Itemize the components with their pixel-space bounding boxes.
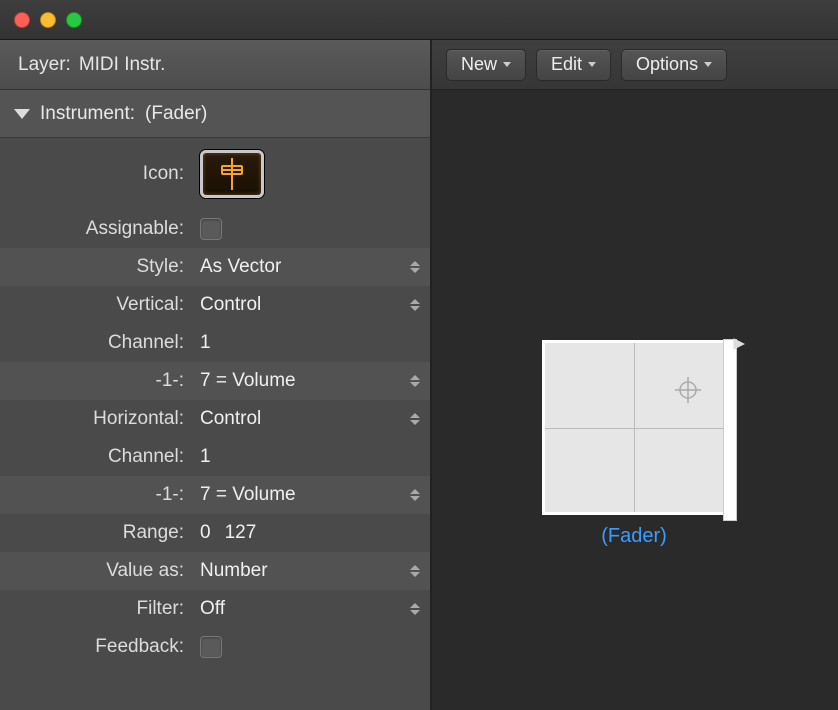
prop-row-vcc: -1-: 7 = Volume [0, 362, 430, 400]
instrument-section-header[interactable]: Instrument: (Fader) [0, 90, 430, 138]
property-list: Icon: Assignable: [0, 138, 430, 666]
prop-row-valueas: Value as: Number [0, 552, 430, 590]
horizontal-value[interactable]: Control [192, 408, 430, 430]
fader-object[interactable]: (Fader) [542, 340, 726, 548]
hchannel-label: Channel: [0, 446, 192, 468]
icon-label: Icon: [0, 163, 192, 185]
style-label: Style: [0, 256, 192, 278]
prop-row-assignable: Assignable: [0, 210, 430, 248]
prop-row-filter: Filter: Off [0, 590, 430, 628]
hcc-label: -1-: [0, 484, 192, 506]
vchannel-value[interactable]: 1 [192, 332, 430, 354]
prop-row-vertical: Vertical: Control [0, 286, 430, 324]
zoom-window-button[interactable] [66, 12, 82, 28]
layer-name: MIDI Instr. [79, 54, 166, 76]
new-button-label: New [461, 54, 497, 75]
prop-row-vchannel: Channel: 1 [0, 324, 430, 362]
inspector-panel: Layer: MIDI Instr. Instrument: (Fader) I… [0, 40, 432, 710]
horizontal-stepper[interactable] [410, 413, 420, 425]
vertical-label: Vertical: [0, 294, 192, 316]
vcc-label: -1-: [0, 370, 192, 392]
vchannel-label: Channel: [0, 332, 192, 354]
horizontal-label: Horizontal: [0, 408, 192, 430]
vcc-stepper[interactable] [410, 375, 420, 387]
fader-vector-pad[interactable] [542, 340, 726, 515]
minimize-window-button[interactable] [40, 12, 56, 28]
window-titlebar [0, 0, 838, 40]
hcc-stepper[interactable] [410, 489, 420, 501]
assignable-checkbox[interactable] [200, 218, 222, 240]
feedback-checkbox[interactable] [200, 636, 222, 658]
canvas-toolbar: New Edit Options [432, 40, 838, 90]
hchannel-value[interactable]: 1 [192, 446, 430, 468]
instrument-name: (Fader) [145, 103, 207, 125]
new-menu-button[interactable]: New [446, 49, 526, 81]
disclosure-triangle-icon[interactable] [14, 109, 30, 119]
filter-label: Filter: [0, 598, 192, 620]
vertical-value[interactable]: Control [192, 294, 430, 316]
feedback-label: Feedback: [0, 636, 192, 658]
prop-row-hcc: -1-: 7 = Volume [0, 476, 430, 514]
edit-button-label: Edit [551, 54, 582, 75]
output-triangle-icon[interactable] [733, 337, 745, 355]
prop-row-hchannel: Channel: 1 [0, 438, 430, 476]
chevron-down-icon [704, 62, 712, 67]
prop-row-horizontal: Horizontal: Control [0, 400, 430, 438]
hcc-value[interactable]: 7 = Volume [192, 484, 430, 506]
range-lo[interactable]: 0 [200, 522, 211, 544]
fader-icon [217, 156, 247, 192]
vcc-value[interactable]: 7 = Volume [192, 370, 430, 392]
options-menu-button[interactable]: Options [621, 49, 727, 81]
options-button-label: Options [636, 54, 698, 75]
environment-canvas[interactable]: (Fader) [432, 90, 838, 710]
chevron-down-icon [588, 62, 596, 67]
prop-row-icon: Icon: [0, 138, 430, 210]
filter-value[interactable]: Off [192, 598, 430, 620]
assignable-label: Assignable: [0, 218, 192, 240]
fader-object-label[interactable]: (Fader) [601, 525, 667, 548]
icon-picker[interactable] [200, 150, 264, 198]
style-value[interactable]: As Vector [192, 256, 430, 278]
style-stepper[interactable] [410, 261, 420, 273]
valueas-stepper[interactable] [410, 565, 420, 577]
fader-track[interactable] [723, 339, 737, 521]
valueas-label: Value as: [0, 560, 192, 582]
close-window-button[interactable] [14, 12, 30, 28]
valueas-value[interactable]: Number [192, 560, 430, 582]
prop-row-range: Range: 0 127 [0, 514, 430, 552]
chevron-down-icon [503, 62, 511, 67]
vertical-stepper[interactable] [410, 299, 420, 311]
filter-stepper[interactable] [410, 603, 420, 615]
layer-selector[interactable]: Layer: MIDI Instr. [0, 40, 430, 90]
edit-menu-button[interactable]: Edit [536, 49, 611, 81]
instrument-label: Instrument: [40, 103, 135, 125]
range-label: Range: [0, 522, 192, 544]
environment-canvas-panel: New Edit Options [432, 40, 838, 710]
range-hi[interactable]: 127 [225, 522, 257, 544]
prop-row-style: Style: As Vector [0, 248, 430, 286]
crosshair-icon [675, 377, 701, 403]
layer-label: Layer: [18, 54, 71, 76]
prop-row-feedback: Feedback: [0, 628, 430, 666]
